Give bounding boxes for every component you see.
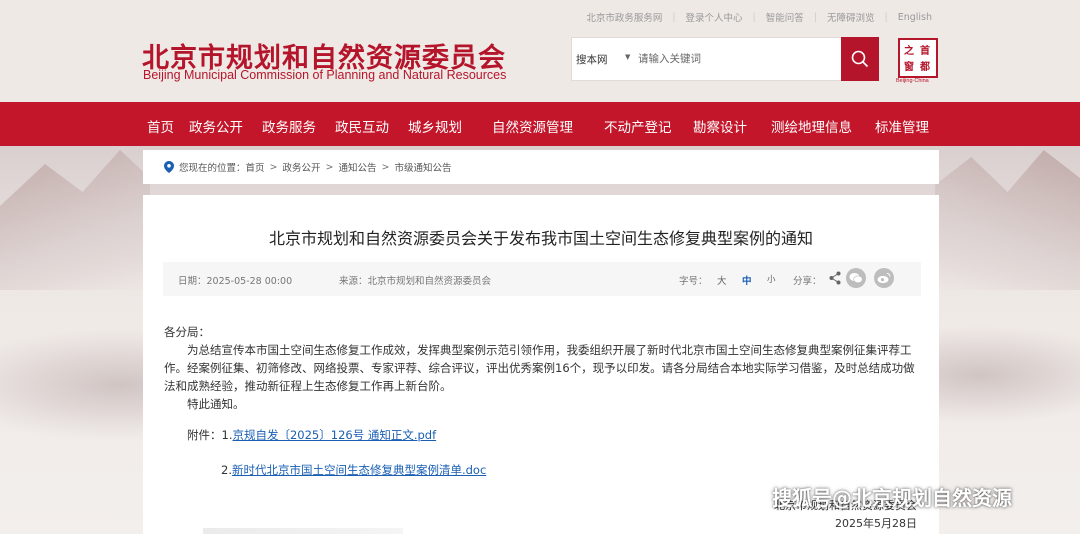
weibo-icon xyxy=(877,273,891,284)
link-english[interactable]: English xyxy=(888,12,942,23)
main-nav: 首页 政务公开 政务服务 政民互动 城乡规划 自然资源管理 不动产登记 勘察设计… xyxy=(0,102,1080,146)
seal-char: 都 xyxy=(920,62,930,73)
article-title: 北京市规划和自然资源委员会关于发布我市国土空间生态修复典型案例的通知 xyxy=(268,229,813,248)
share-label: 分享： xyxy=(793,276,822,287)
attachment-2: 2.新时代北京市国土空间生态修复典型案例清单.doc xyxy=(221,462,486,478)
breadcrumb-item-city-notices[interactable]: 市级通知公告 xyxy=(394,160,451,174)
closing-line: 特此通知。 xyxy=(187,397,245,411)
seal-char: 首 xyxy=(920,46,930,57)
location-pin-icon xyxy=(164,161,174,173)
chevron-right-icon: > xyxy=(269,161,278,173)
article-source: 来源：北京市规划和自然资源委员会 xyxy=(339,276,492,287)
article-body: 各分局： 为总结宣传本市国土空间生态修复工作成效，发挥典型案例示范引领作用，我委… xyxy=(164,323,924,413)
top-utility-bar: 北京市政务服务网 | 登录个人中心 | 智能问答 | 无障碍浏览 | Engli… xyxy=(0,0,1080,34)
attachment-number: 2. xyxy=(221,463,232,477)
font-size-medium-button[interactable]: 中 xyxy=(742,273,752,287)
nav-item-gov-affairs[interactable]: 政务公开 xyxy=(189,116,243,136)
seal-char: 窗 xyxy=(904,62,914,73)
attachment-2-link[interactable]: 新时代北京市国土空间生态修复典型案例清单.doc xyxy=(232,463,486,477)
attachment-1-link[interactable]: 京规自发〔2025〕126号 通知正文.pdf xyxy=(232,428,436,442)
font-size-label: 字号： xyxy=(679,276,708,287)
nav-item-home[interactable]: 首页 xyxy=(147,116,174,136)
chevron-right-icon: > xyxy=(381,161,390,173)
chevron-right-icon: > xyxy=(325,161,334,173)
nav-item-gov-service[interactable]: 政务服务 xyxy=(262,116,316,136)
nav-item-survey-design[interactable]: 勘察设计 xyxy=(693,116,747,136)
article-paragraph: 为总结宣传本市国土空间生态修复工作成效，发挥典型案例示范引领作用，我委组织开展了… xyxy=(164,343,915,393)
sign-date: 2025年5月28日 xyxy=(835,517,917,530)
nav-item-standards[interactable]: 标准管理 xyxy=(875,116,929,136)
wechat-icon xyxy=(849,273,863,284)
nav-item-real-estate[interactable]: 不动产登记 xyxy=(604,116,672,136)
nav-item-geo-info[interactable]: 测绘地理信息 xyxy=(771,116,852,136)
share-icon[interactable] xyxy=(829,271,841,285)
breadcrumb-prefix: 您现在的位置： xyxy=(179,163,246,174)
breadcrumb-item-notices[interactable]: 通知公告 xyxy=(338,160,376,174)
font-size-large-button[interactable]: 大 xyxy=(717,273,727,287)
faded-text-line xyxy=(203,528,403,534)
attachment-number: 1. xyxy=(221,428,233,442)
link-smart-qa[interactable]: 智能问答 xyxy=(756,10,814,24)
breadcrumb: 您现在的位置： 首页 > 政务公开 > 通知公告 > 市级通知公告 xyxy=(143,150,939,184)
watermark: 搜狐号@北京规划自然资源 xyxy=(772,486,1012,510)
search-input[interactable] xyxy=(638,46,838,72)
caret-down-icon[interactable]: ▼ xyxy=(625,53,630,61)
search-icon xyxy=(851,50,869,68)
weibo-share-icon[interactable] xyxy=(874,268,894,288)
link-accessibility[interactable]: 无障碍浏览 xyxy=(817,10,885,24)
nav-item-interaction[interactable]: 政民互动 xyxy=(335,116,389,136)
search-button[interactable] xyxy=(841,37,879,81)
site-subtitle: Beijing Municipal Commission of Planning… xyxy=(143,68,507,82)
search-scope-select[interactable]: 搜本网 xyxy=(576,52,608,67)
search-box: 搜本网 ▼ xyxy=(571,37,879,81)
seal-char: 之 xyxy=(904,46,914,57)
breadcrumb-item-home[interactable]: 首页 xyxy=(246,160,265,174)
nav-item-natural-resources[interactable]: 自然资源管理 xyxy=(492,116,573,136)
link-login[interactable]: 登录个人中心 xyxy=(676,10,753,24)
wechat-share-icon[interactable] xyxy=(846,268,866,288)
nav-item-urban-planning[interactable]: 城乡规划 xyxy=(408,116,462,136)
salutation: 各分局： xyxy=(164,325,210,339)
capital-window-seal-logo[interactable]: 首 都 之 窗 xyxy=(898,38,938,78)
site-header: 北京市规划和自然资源委员会 Beijing Municipal Commissi… xyxy=(0,34,1080,102)
article-date: 日期：2025-05-28 00:00 xyxy=(178,276,293,287)
attachment-1: 附件：1.京规自发〔2025〕126号 通知正文.pdf xyxy=(187,427,436,443)
breadcrumb-item-gov-affairs[interactable]: 政务公开 xyxy=(283,160,321,174)
seal-caption: Beijing·China xyxy=(896,78,929,84)
attachment-label: 附件： xyxy=(187,428,222,442)
article-meta-bar: 日期：2025-05-28 00:00 来源：北京市规划和自然资源委员会 字号：… xyxy=(163,262,921,296)
font-size-small-button[interactable]: 小 xyxy=(767,273,776,285)
link-gov-service[interactable]: 北京市政务服务网 xyxy=(576,10,672,24)
